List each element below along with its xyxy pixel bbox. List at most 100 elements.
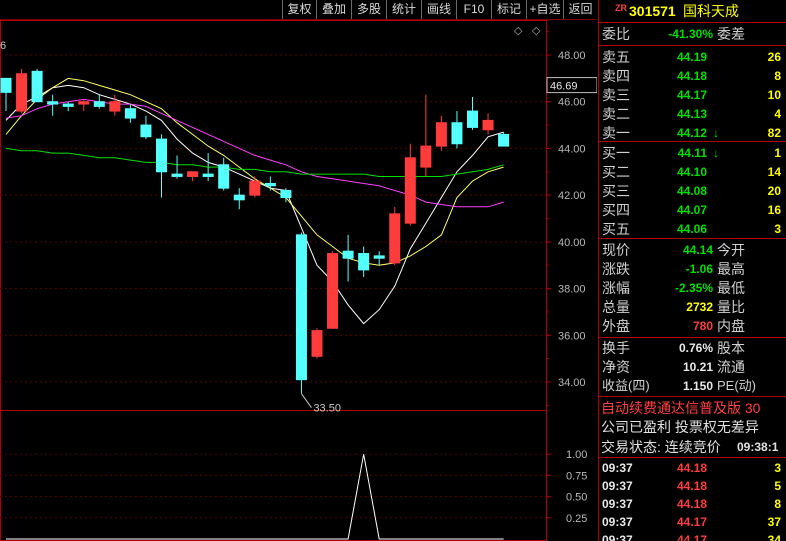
separator bbox=[599, 45, 786, 46]
tick-price: 44.18 bbox=[677, 461, 708, 475]
bid-price: 44.10 bbox=[676, 165, 707, 179]
order-ratio-value: -41.30% bbox=[668, 27, 713, 41]
candle-body bbox=[31, 70, 43, 103]
back-button[interactable]: 返回 bbox=[563, 0, 597, 19]
overlay-button[interactable]: 叠加 bbox=[316, 0, 351, 19]
ask-volume: 10 bbox=[767, 88, 781, 102]
ask-level-row[interactable]: 卖四 44.18 8 bbox=[599, 67, 786, 85]
stat-label-secondary: 最高 bbox=[717, 261, 745, 277]
tick-price: 44.18 bbox=[677, 497, 708, 511]
stat-row: 涨幅 -2.35% 最低 bbox=[599, 279, 786, 297]
candle-body bbox=[93, 101, 105, 107]
stat-label: 现价 bbox=[602, 242, 630, 258]
current-price-value: 46.69 bbox=[550, 81, 578, 93]
tick-volume: 34 bbox=[767, 533, 781, 541]
candle-body bbox=[498, 133, 510, 147]
candle-body bbox=[373, 255, 385, 259]
multi-stock-button[interactable]: 多股 bbox=[351, 0, 386, 19]
f10-button[interactable]: F10 bbox=[456, 0, 491, 19]
trade-status-row: 交易状态: 连续竞价 09:38:1 bbox=[599, 438, 786, 456]
bid-level-row[interactable]: 买二 44.10 14 bbox=[599, 163, 786, 181]
ask-level-row[interactable]: 卖五 44.19 26 bbox=[599, 48, 786, 66]
ma-label-fragment: 6 bbox=[0, 40, 6, 52]
renew-notice[interactable]: 自动续费通达信普及版 30 bbox=[601, 399, 760, 417]
bid-level-row[interactable]: 买四 44.07 16 bbox=[599, 201, 786, 219]
notice-row-1[interactable]: 自动续费通达信普及版 30 bbox=[599, 399, 786, 417]
mark-button[interactable]: 标记 bbox=[491, 0, 526, 19]
bid-level-row[interactable]: 买一 44.11 ↓ 1 bbox=[599, 144, 786, 162]
candle-body bbox=[467, 110, 478, 128]
ask-price: 44.12 bbox=[676, 126, 707, 140]
bid-level-label: 买四 bbox=[602, 202, 630, 218]
kline-chart[interactable]: ◇ ◇ 6 48.00 46.00 44.00 42.00 40.00 38.00 36.0… bbox=[0, 20, 598, 541]
tick-row[interactable]: 09:37 44.18 3 bbox=[599, 459, 786, 477]
stat-row: 净资 10.21 流通 bbox=[599, 358, 786, 376]
diamond-icon-2[interactable]: ◇ bbox=[532, 25, 541, 37]
indicator-axis-label: 0.25 bbox=[566, 513, 587, 525]
ask-price: 44.18 bbox=[676, 69, 707, 83]
price-pane-frame bbox=[0, 20, 547, 411]
tick-row[interactable]: 09:37 44.18 8 bbox=[599, 495, 786, 513]
ask-volume: 4 bbox=[774, 107, 781, 121]
bid-level-label: 买一 bbox=[602, 145, 630, 161]
stat-row: 现价 44.14 今开 bbox=[599, 241, 786, 259]
ask-price: 44.13 bbox=[676, 107, 707, 121]
candle-body bbox=[358, 253, 370, 271]
ask-level-label: 卖三 bbox=[602, 87, 630, 103]
stat-label-secondary: 今开 bbox=[717, 242, 745, 258]
ask-level-row[interactable]: 卖一 44.12 ↓ 82 bbox=[599, 124, 786, 142]
stat-label-secondary: 内盘 bbox=[717, 318, 745, 334]
ask-price: 44.17 bbox=[676, 88, 707, 102]
price-axis-label: 34.00 bbox=[558, 377, 586, 389]
price-axis-label: 42.00 bbox=[558, 190, 586, 202]
statistics-button[interactable]: 统计 bbox=[386, 0, 421, 19]
draw-line-button[interactable]: 画线 bbox=[421, 0, 456, 19]
tick-volume: 5 bbox=[774, 479, 781, 493]
trade-status-time: 09:38:1 bbox=[737, 440, 779, 454]
separator bbox=[599, 22, 786, 23]
ask-level-row[interactable]: 卖二 44.13 4 bbox=[599, 105, 786, 123]
tick-price: 44.18 bbox=[677, 479, 708, 493]
candle-body bbox=[218, 164, 230, 189]
tick-time: 09:37 bbox=[602, 515, 633, 529]
stat-value: -1.06 bbox=[685, 262, 713, 276]
bid-level-row[interactable]: 买五 44.06 3 bbox=[599, 220, 786, 238]
tick-row[interactable]: 09:37 44.17 34 bbox=[599, 531, 786, 541]
low-marker-line bbox=[301, 393, 312, 408]
bid-level-row[interactable]: 买三 44.08 20 bbox=[599, 182, 786, 200]
diamond-icon[interactable]: ◇ bbox=[514, 25, 523, 37]
order-diff-label: 委差 bbox=[717, 26, 745, 42]
candle-body bbox=[62, 103, 74, 107]
ask-level-row[interactable]: 卖三 44.17 10 bbox=[599, 86, 786, 104]
restore-rights-button[interactable]: 复权 bbox=[282, 0, 316, 19]
stock-name: 国科天成 bbox=[683, 3, 739, 19]
company-notice: 公司已盈利 投票权无差异 bbox=[601, 419, 759, 435]
candle-layer bbox=[0, 69, 510, 394]
tick-volume: 3 bbox=[774, 461, 781, 475]
candle-body bbox=[295, 234, 307, 381]
candle-body bbox=[47, 101, 59, 105]
bid-volume: 20 bbox=[767, 184, 781, 198]
price-axis-label: 48.00 bbox=[558, 50, 586, 62]
ask-volume: 8 bbox=[774, 69, 781, 83]
stat-label-secondary: 量比 bbox=[717, 299, 745, 315]
add-watchlist-button[interactable]: +自选 bbox=[526, 0, 563, 19]
chart-toolbar: 复权 叠加 多股 统计 画线 F10 标记 +自选 返回 bbox=[0, 0, 597, 20]
candle-body bbox=[435, 122, 447, 147]
tick-row[interactable]: 09:37 44.18 5 bbox=[599, 477, 786, 495]
moving-average-line bbox=[5, 77, 504, 266]
candle-body bbox=[202, 173, 214, 177]
trade-status-label: 交易状态: 连续竞价 bbox=[601, 439, 721, 455]
candle-body bbox=[233, 194, 245, 201]
stat-row: 外盘 780 内盘 bbox=[599, 317, 786, 335]
tick-row[interactable]: 09:37 44.17 37 bbox=[599, 513, 786, 531]
stat-value: 1.150 bbox=[682, 379, 713, 393]
tick-time: 09:37 bbox=[602, 479, 633, 493]
bid-price: 44.07 bbox=[676, 203, 707, 217]
tick-price: 44.17 bbox=[677, 533, 708, 541]
tick-time: 09:37 bbox=[602, 497, 633, 511]
bid-price: 44.06 bbox=[676, 222, 707, 236]
separator bbox=[599, 337, 786, 338]
zr-badge: ZR bbox=[615, 3, 627, 13]
candle-body bbox=[327, 253, 339, 329]
